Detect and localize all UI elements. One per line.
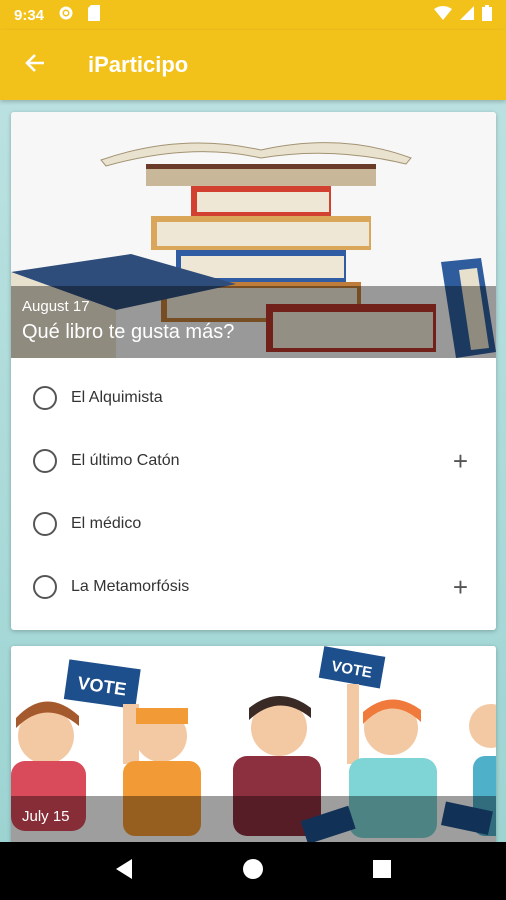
signal-icon	[460, 6, 474, 24]
plus-icon[interactable]: +	[453, 448, 468, 474]
app-title: iParticipo	[88, 52, 189, 77]
plus-icon[interactable]: +	[453, 574, 468, 600]
poll-option[interactable]: El Alquimista	[11, 366, 496, 429]
option-label: El último Catón	[71, 451, 180, 469]
poll-option[interactable]: El médico	[11, 492, 496, 555]
wifi-icon	[434, 6, 452, 24]
poll-header: July 15	[11, 796, 496, 846]
nav-recents-button[interactable]	[362, 851, 402, 891]
poll-options: El Alquimista El último Catón + El médic…	[11, 358, 496, 618]
poll-card[interactable]: August 17 Qué libro te gusta más? El Alq…	[11, 112, 496, 630]
option-label: La Metamorfósis	[71, 577, 190, 595]
radio-button[interactable]	[33, 385, 57, 410]
option-label: El médico	[71, 514, 142, 532]
app-bar: iParticipo	[0, 30, 506, 100]
poll-date: July 15	[22, 808, 70, 825]
recents-square-icon	[372, 859, 392, 884]
navigation-bar	[0, 842, 506, 900]
battery-icon	[482, 5, 492, 25]
poll-card[interactable]: VOTE VOTE July 15	[11, 646, 496, 846]
poll-image-books: August 17 Qué libro te gusta más?	[11, 112, 496, 358]
status-time: 9:34	[14, 6, 45, 24]
sim-icon	[88, 5, 101, 25]
back-triangle-icon	[114, 858, 134, 885]
poll-image-vote: VOTE VOTE July 15	[11, 646, 496, 846]
gear-icon	[58, 5, 74, 25]
home-circle-icon	[242, 858, 264, 885]
radio-button[interactable]	[33, 448, 57, 473]
poll-option[interactable]: La Metamorfósis +	[11, 555, 496, 618]
poll-option[interactable]: El último Catón +	[11, 429, 496, 492]
back-button[interactable]	[0, 30, 70, 100]
poll-question: Qué libro te gusta más?	[22, 321, 235, 343]
radio-button[interactable]	[33, 574, 57, 599]
poll-date: August 17	[22, 298, 90, 315]
radio-button[interactable]	[33, 511, 57, 536]
status-bar: 9:34	[0, 0, 506, 30]
nav-back-button[interactable]	[104, 851, 144, 891]
nav-home-button[interactable]	[233, 851, 273, 891]
poll-header: August 17 Qué libro te gusta más?	[11, 286, 496, 358]
arrow-left-icon	[24, 52, 46, 79]
option-label: El Alquimista	[71, 388, 163, 406]
